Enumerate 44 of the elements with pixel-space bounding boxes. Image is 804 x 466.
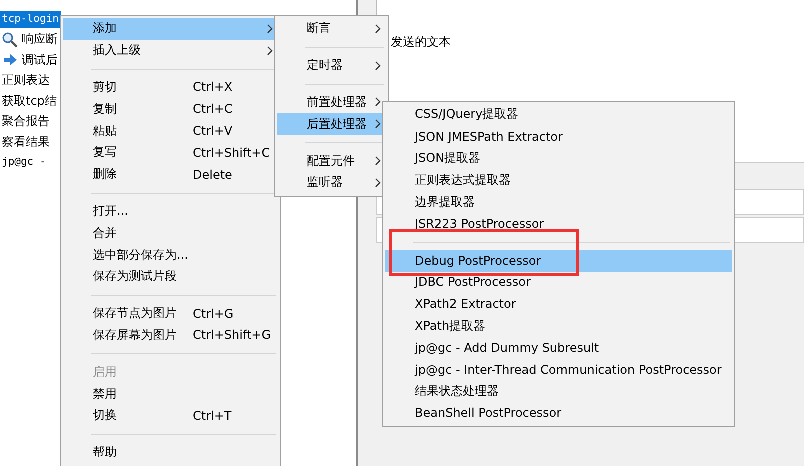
- tree-item[interactable]: 调试后: [20, 52, 60, 69]
- menu-item[interactable]: jp@gc - Inter-Thread Communication PostProcessor: [385, 358, 732, 381]
- menu-item[interactable]: JSON JMESPath Extractor: [385, 126, 732, 148]
- menu-item[interactable]: 监听器: [277, 172, 386, 194]
- menu-item[interactable]: 保存节点为图片 Ctrl+G: [63, 302, 278, 325]
- magnifier-icon: [2, 32, 18, 48]
- menu-item[interactable]: 定时器: [277, 54, 386, 77]
- menu-item[interactable]: CSS/JQuery提取器: [385, 104, 732, 126]
- menu-item[interactable]: 配置元件: [277, 150, 386, 172]
- menu-item[interactable]: 正则表达式提取器: [385, 169, 732, 192]
- menu-item[interactable]: 断言: [277, 18, 386, 40]
- tree-item[interactable]: tcp-login: [0, 10, 61, 28]
- menu-item[interactable]: 合并: [63, 222, 278, 244]
- menu-item[interactable]: 复写 Ctrl+Shift+C: [63, 142, 278, 164]
- menu-item[interactable]: JSON提取器: [385, 148, 732, 170]
- tree-item[interactable]: 聚合报告: [0, 113, 52, 130]
- menu-item[interactable]: 选中部分保存为...: [63, 244, 278, 266]
- menu-item[interactable]: 保存屏幕为图片 Ctrl+Shift+G: [63, 324, 278, 346]
- menu-item[interactable]: 剪切 Ctrl+X: [63, 76, 278, 98]
- menu-item[interactable]: XPath2 Extractor: [385, 293, 732, 316]
- menu-item[interactable]: 保存为测试片段: [63, 266, 278, 288]
- menu-item[interactable]: 复制 Ctrl+C: [63, 98, 278, 120]
- tree-item[interactable]: 正则表达: [0, 72, 52, 90]
- menu-item[interactable]: 删除 Delete: [63, 164, 278, 186]
- menu-item[interactable]: 粘贴 Ctrl+V: [63, 120, 278, 142]
- menu-item[interactable]: 切换 Ctrl+T: [63, 404, 278, 427]
- menu-item[interactable]: 插入上级: [63, 40, 278, 62]
- menu-item[interactable]: 帮助: [63, 442, 278, 464]
- tree-item[interactable]: 获取tcp结: [0, 92, 59, 110]
- menu-item[interactable]: BeanShell PostProcessor: [385, 402, 732, 424]
- menu-item[interactable]: 禁用: [63, 383, 278, 405]
- tree-item[interactable]: 察看结果: [0, 134, 52, 151]
- arrow-icon: [2, 52, 18, 68]
- menu-item[interactable]: 边界提取器: [385, 191, 732, 213]
- menu-item[interactable]: jp@gc - Add Dummy Subresult: [385, 336, 732, 359]
- tree-item[interactable]: jp@gc -: [0, 154, 48, 172]
- tree-item[interactable]: 响应断: [20, 31, 60, 48]
- menu-item[interactable]: Debug PostProcessor: [385, 250, 732, 272]
- menu-item[interactable]: JDBC PostProcessor: [385, 272, 732, 294]
- menu-item[interactable]: 前置处理器: [277, 92, 386, 114]
- field-label: 发送的文本: [391, 35, 451, 49]
- menu-item[interactable]: 结果状态处理器: [385, 380, 732, 402]
- menu-item[interactable]: 打开...: [63, 200, 278, 222]
- menu-item[interactable]: XPath提取器: [385, 315, 732, 337]
